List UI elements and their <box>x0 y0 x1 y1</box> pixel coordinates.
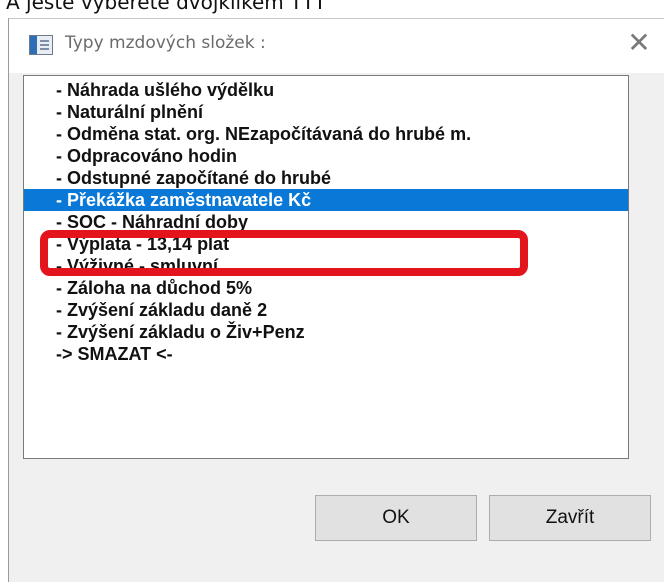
list-item[interactable]: -> SMAZAT <- <box>24 343 628 365</box>
close-button[interactable]: Zavřít <box>489 495 651 541</box>
list-item[interactable]: - Záloha na důchod 5% <box>24 277 628 299</box>
close-icon[interactable]: ✕ <box>621 25 657 61</box>
list-item[interactable]: - Odpracováno hodin <box>24 145 628 167</box>
wage-types-listbox[interactable]: - Náhrada ušlého výdělku - Naturální plně… <box>23 75 629 459</box>
dialog-window: Typy mzdových složek : ✕ - Náhrada ušléh… <box>8 18 664 582</box>
ok-button[interactable]: OK <box>315 495 477 541</box>
list-item[interactable]: - Odstupné započítané do hrubé <box>24 167 628 189</box>
app-icon <box>29 35 53 55</box>
title-bar: Typy mzdových složek : ✕ <box>9 19 664 73</box>
red-highlight-annotation <box>40 230 528 276</box>
list-item[interactable]: - Naturální plnění <box>24 101 628 123</box>
dialog-title: Typy mzdových složek : <box>65 33 266 53</box>
instruction-caption: A ještě vyberete dvojklikem TTT <box>6 0 327 14</box>
list-item[interactable]: - Náhrada ušlého výdělku <box>24 79 628 101</box>
list-item[interactable]: - Odměna stat. org. NEzapočítávaná do hr… <box>24 123 628 145</box>
list-item[interactable]: - Zvýšení základu daně 2 <box>24 299 628 321</box>
list-item[interactable]: - Překážka zaměstnavatele Kč <box>24 189 628 211</box>
list-item[interactable]: - Zvýšení základu o Živ+Penz <box>24 321 628 343</box>
